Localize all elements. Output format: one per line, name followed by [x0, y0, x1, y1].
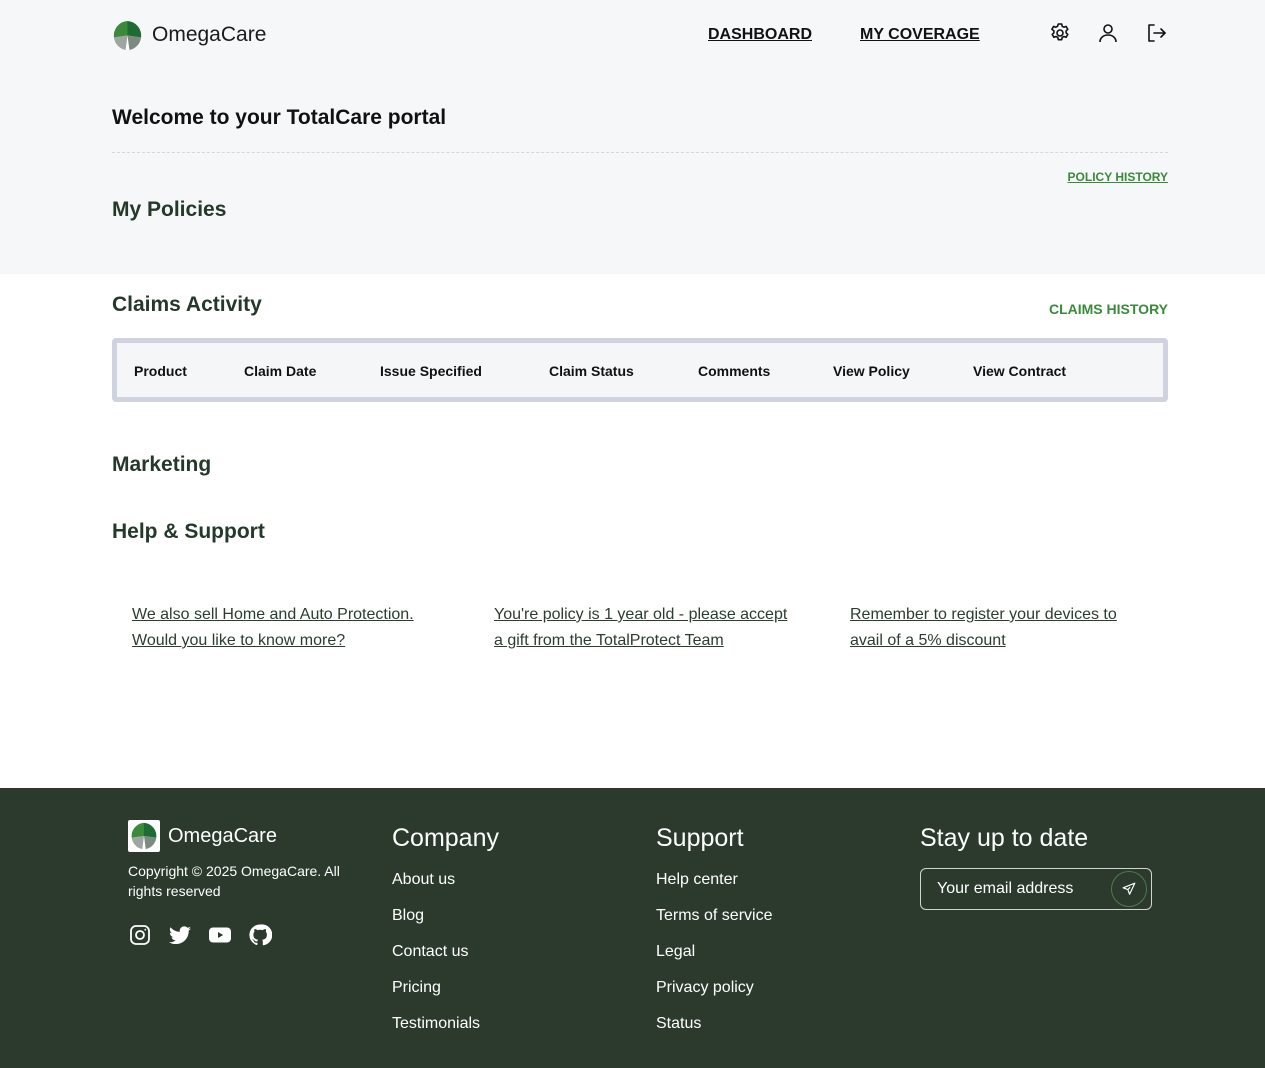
footer: OmegaCare Copyright © 2025 OmegaCare. Al… [0, 788, 1265, 1068]
nav-my-coverage[interactable]: MY COVERAGE [860, 26, 980, 44]
footer-link-testimonials[interactable]: Testimonials [392, 1015, 499, 1035]
footer-newsletter-column: Stay up to date [920, 824, 1088, 871]
divider [112, 152, 1168, 153]
github-icon[interactable] [248, 923, 272, 947]
column-header-issue-specified: Issue Specified [380, 363, 482, 379]
logout-icon[interactable] [1144, 21, 1168, 45]
footer-link-privacy-policy[interactable]: Privacy policy [656, 979, 772, 999]
main-nav: DASHBOARD MY COVERAGE [708, 26, 980, 44]
footer-brand-name: OmegaCare [168, 824, 277, 847]
column-header-view-contract: View Contract [973, 363, 1067, 379]
top-section: OmegaCare DASHBOARD MY COVERAGE Welcome … [0, 0, 1265, 274]
main-content: Claims Activity CLAIMS HISTORY Product C… [0, 274, 1265, 788]
company-heading: Company [392, 824, 499, 852]
footer-company-column: Company About us Blog Contact us Pricing… [392, 824, 499, 1051]
footer-link-blog[interactable]: Blog [392, 907, 499, 927]
claims-table: Product Claim Date Issue Specified Claim… [112, 338, 1168, 402]
brand-name: OmegaCare [152, 23, 267, 46]
column-header-product: Product [134, 363, 187, 379]
claims-history-link[interactable]: CLAIMS HISTORY [1049, 301, 1168, 317]
policy-history-link[interactable]: POLICY HISTORY [1068, 170, 1168, 184]
send-icon [1122, 882, 1136, 895]
logo-icon [112, 20, 143, 50]
my-policies-heading: My Policies [112, 198, 227, 221]
nav-dashboard[interactable]: DASHBOARD [708, 26, 812, 44]
footer-logo-icon [128, 820, 160, 852]
footer-link-status[interactable]: Status [656, 1015, 772, 1035]
support-heading: Support [656, 824, 744, 852]
email-input[interactable] [921, 869, 1111, 909]
help-support-heading: Help & Support [112, 520, 265, 543]
marketing-heading: Marketing [112, 453, 212, 476]
promo-link-home-auto[interactable]: We also sell Home and Auto Protection. W… [132, 602, 422, 654]
footer-link-terms-of-service[interactable]: Terms of service [656, 907, 772, 927]
column-header-view-policy: View Policy [833, 363, 910, 379]
footer-link-help-center[interactable]: Help center [656, 871, 772, 891]
newsletter-heading: Stay up to date [920, 824, 1089, 852]
claims-activity-heading: Claims Activity [112, 293, 262, 316]
footer-logo[interactable]: OmegaCare [128, 820, 277, 852]
promo-link-register-devices[interactable]: Remember to register your devices to ava… [850, 602, 1145, 654]
footer-support-column: Support Help center Terms of service Leg… [656, 824, 772, 1051]
social-links [128, 923, 272, 947]
footer-link-contact-us[interactable]: Contact us [392, 943, 499, 963]
page-title: Welcome to your TotalCare portal [112, 106, 447, 129]
promo-link-gift[interactable]: You're policy is 1 year old - please acc… [494, 602, 794, 654]
header-icons [1048, 21, 1168, 45]
column-header-claim-date: Claim Date [244, 363, 317, 379]
footer-link-pricing[interactable]: Pricing [392, 979, 499, 999]
logo[interactable]: OmegaCare [112, 20, 266, 51]
newsletter-form [920, 868, 1152, 910]
youtube-icon[interactable] [208, 923, 232, 947]
column-header-comments: Comments [698, 363, 771, 379]
copyright-text: Copyright © 2025 OmegaCare. All rights r… [128, 863, 340, 899]
instagram-icon[interactable] [128, 923, 152, 947]
column-header-claim-status: Claim Status [549, 363, 634, 379]
footer-link-legal[interactable]: Legal [656, 943, 772, 963]
twitter-icon[interactable] [168, 923, 192, 947]
footer-link-about-us[interactable]: About us [392, 871, 499, 891]
send-button[interactable] [1111, 871, 1147, 907]
gear-icon[interactable] [1048, 21, 1072, 45]
user-icon[interactable] [1096, 21, 1120, 45]
header: OmegaCare DASHBOARD MY COVERAGE [112, 18, 1168, 52]
